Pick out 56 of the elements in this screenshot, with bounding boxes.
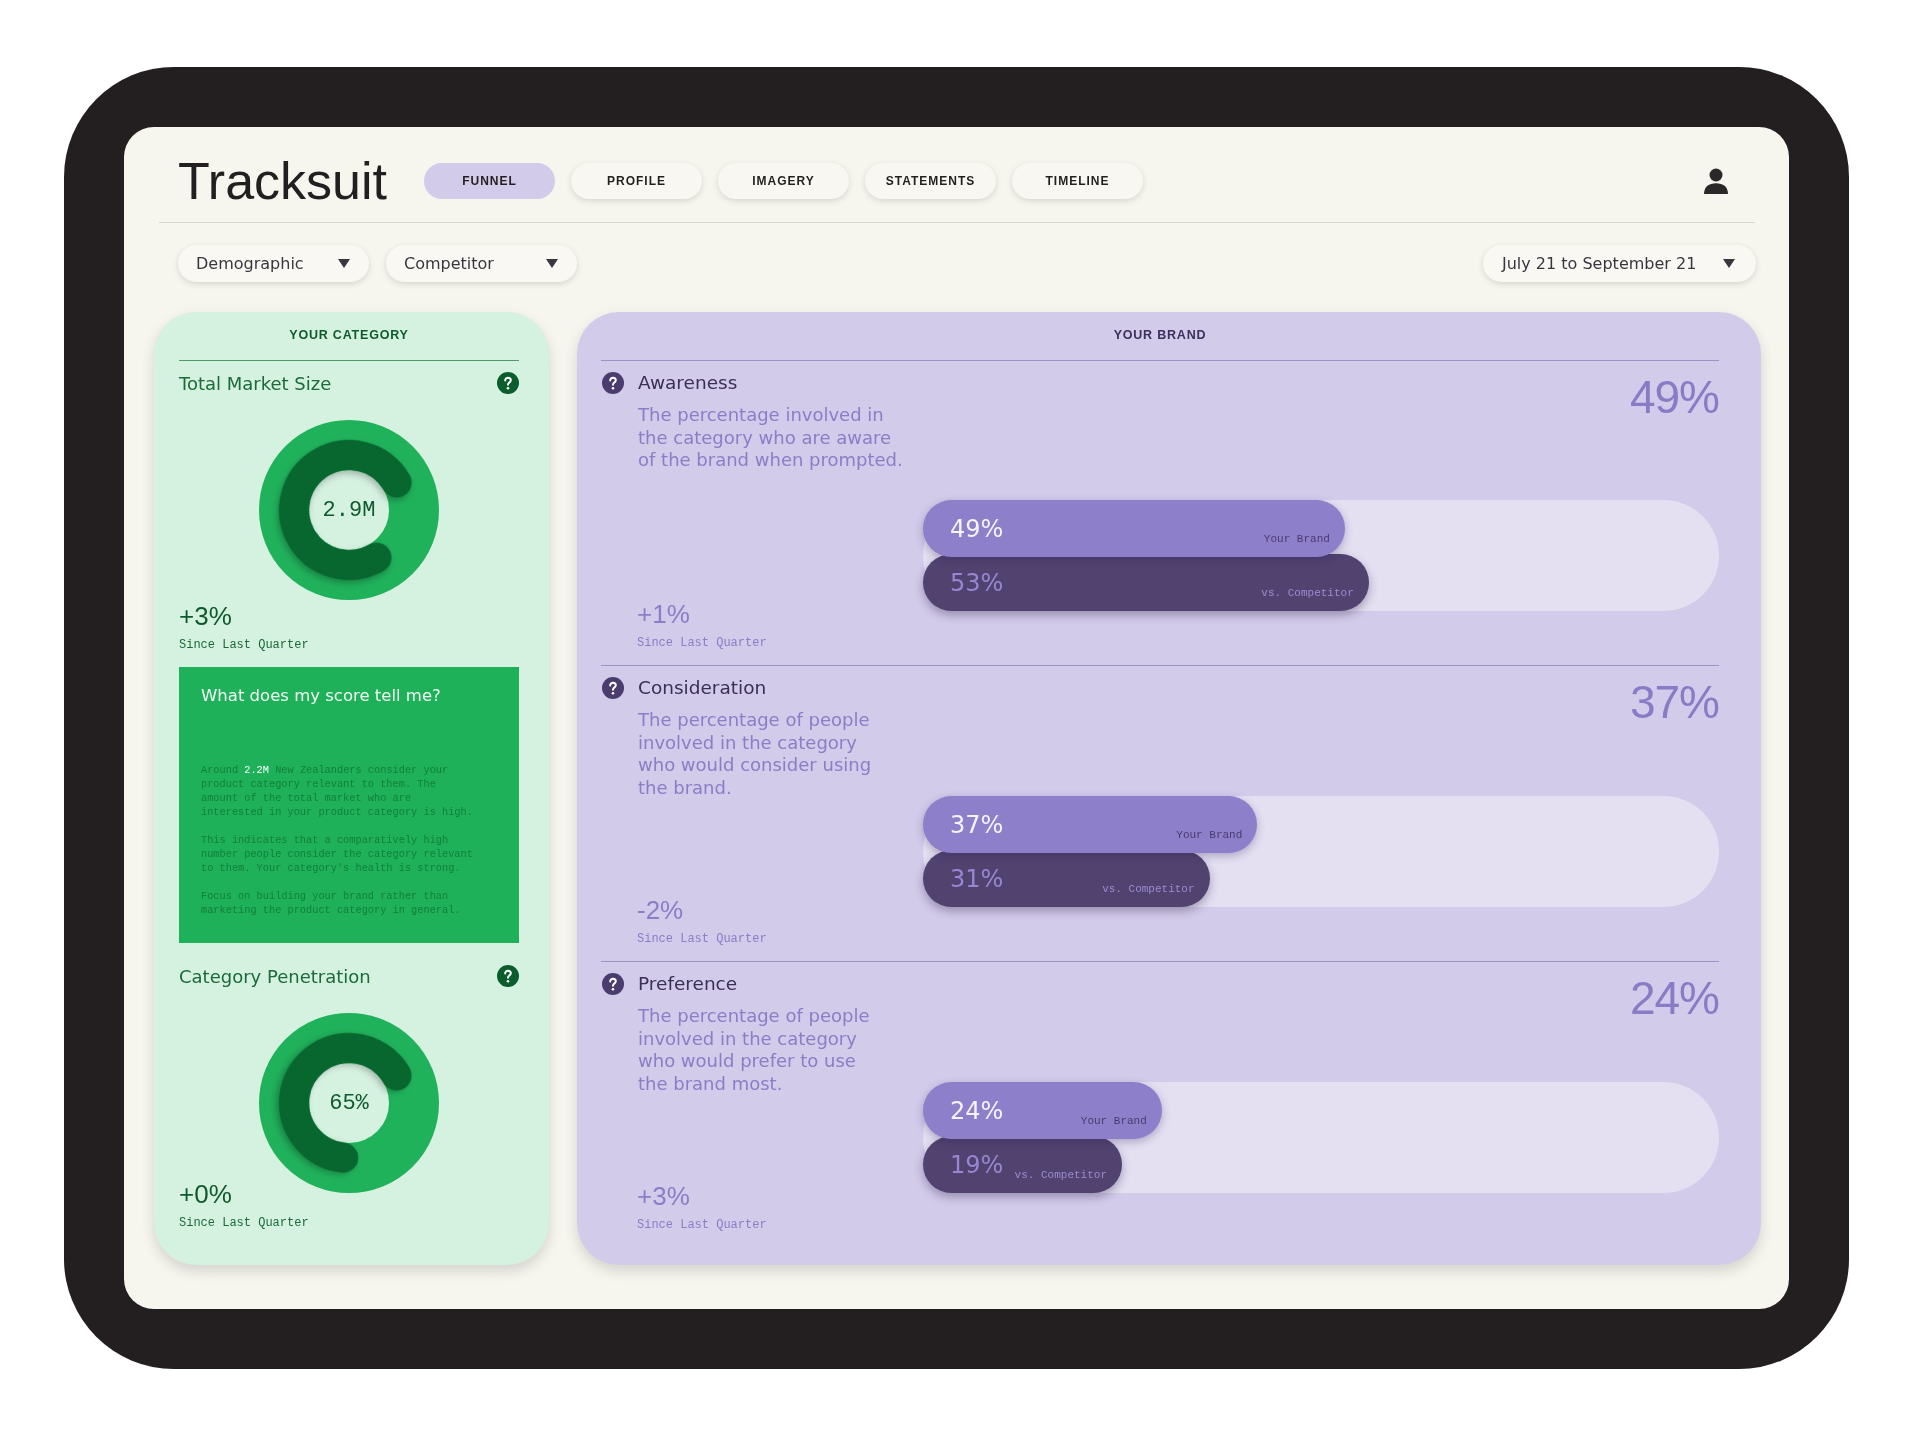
bar-value: 31%	[950, 864, 1004, 893]
nav-tab[interactable]: IMAGERY	[718, 163, 849, 199]
gauge-value: 2.9M	[322, 497, 376, 523]
change-caption: Since Last Quarter	[179, 637, 309, 653]
metric-title: Total Market Size	[179, 372, 332, 394]
nav-tab[interactable]: PROFILE	[571, 163, 702, 199]
bar-label: vs. Competitor	[1102, 881, 1195, 896]
metric-description: The percentage involved in the category who are aware of the brand when prompted.	[638, 404, 903, 472]
nav-tab[interactable]: STATEMENTS	[865, 163, 996, 199]
help-icon[interactable]	[602, 372, 624, 394]
help-icon[interactable]	[602, 973, 624, 995]
help-icon[interactable]	[602, 677, 624, 699]
panel-heading: YOUR CATEGORY	[179, 328, 519, 361]
change-value: +1%	[637, 599, 690, 629]
user-icon[interactable]	[1704, 168, 1728, 194]
help-icon[interactable]	[497, 372, 519, 394]
change-value: -2%	[637, 895, 684, 925]
metric-title: Consideration	[638, 677, 767, 699]
app-logo: Tracksuit	[178, 155, 387, 207]
change-caption: Since Last Quarter	[637, 1217, 767, 1233]
change-value: +3%	[637, 1181, 690, 1211]
bar-value: 24%	[950, 1096, 1004, 1125]
nav-tab[interactable]: FUNNEL	[424, 163, 555, 199]
metric-score: 37%	[1629, 679, 1719, 725]
metric-description: The percentage of people involved in the category who would consider using the brand.	[638, 709, 872, 799]
nav-tab[interactable]: TIMELINE	[1012, 163, 1143, 199]
metric-description: The percentage of people involved in the category who would prefer to use the brand most.	[638, 1005, 870, 1095]
bar-value: 19%	[950, 1150, 1004, 1179]
filter-dropdown[interactable]: Demographic	[178, 245, 369, 282]
metric-title: Category Penetration	[179, 965, 371, 987]
bar-label: vs. Competitor	[1261, 585, 1354, 600]
change-caption: Since Last Quarter	[179, 1215, 309, 1231]
bar-value: 53%	[950, 568, 1004, 597]
metric-score: 24%	[1629, 975, 1719, 1021]
caret-icon	[1723, 259, 1735, 268]
bar-label: Your Brand	[1080, 1113, 1147, 1128]
gauge-value: 65%	[329, 1090, 369, 1116]
change-value: +0%	[179, 1179, 232, 1209]
bar-label: Your Brand	[1176, 827, 1243, 842]
insight-title: What does my score tell me?	[201, 686, 442, 706]
filter-dropdown[interactable]: Competitor	[386, 245, 577, 282]
change-caption: Since Last Quarter	[637, 931, 767, 947]
caret-icon	[338, 259, 350, 268]
metric-score: 49%	[1629, 374, 1719, 420]
metric-title: Preference	[638, 973, 738, 995]
panel-heading: YOUR BRAND	[1112, 328, 1208, 342]
change-value: +3%	[179, 601, 232, 631]
date-range-dropdown[interactable]: July 21 to September 21	[1483, 245, 1756, 282]
bar-value: 37%	[950, 810, 1004, 839]
caret-icon	[546, 259, 558, 268]
metric-title: Awareness	[638, 372, 738, 394]
bar-value: 49%	[950, 514, 1004, 543]
help-icon[interactable]	[497, 965, 519, 987]
bar-label: Your Brand	[1263, 531, 1330, 546]
change-caption: Since Last Quarter	[637, 635, 767, 651]
bar-label: vs. Competitor	[1014, 1167, 1107, 1182]
